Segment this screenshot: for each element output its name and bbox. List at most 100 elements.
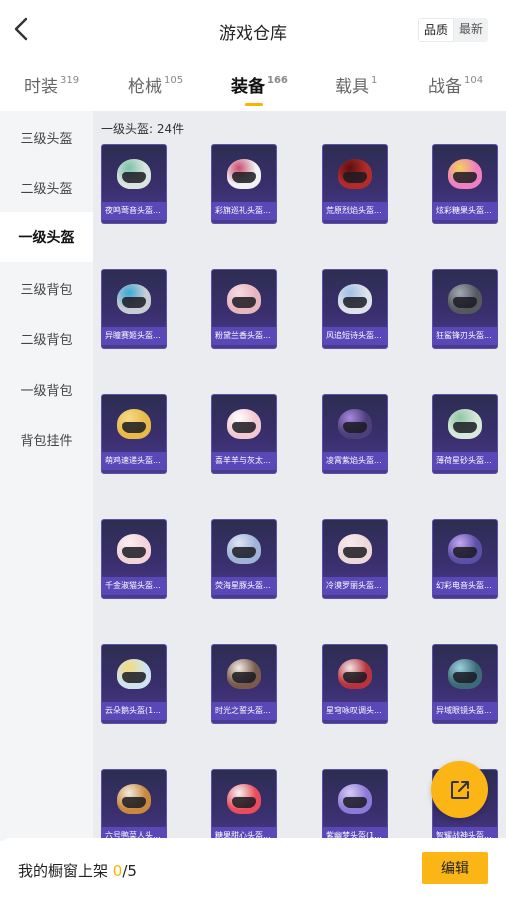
helmet-icon [433, 270, 497, 328]
item-name: 糖果甜心头盔... [212, 827, 276, 838]
share-button[interactable] [431, 761, 488, 818]
item-grid: 一级头盔: 24件 夜鸣莺音头盔... 彩旗巡礼头盔... 荒原烈焰头盔... 炫彩糖… [93, 111, 506, 838]
item-name: 星穹咏叹调头... [323, 702, 387, 720]
sidebar-item-level2-helmet[interactable]: 二级头盔 [0, 162, 93, 212]
bottom-bar: 我的橱窗上架 0/5 编辑 [0, 838, 506, 897]
item-name: 冷漠罗丽头盔... [323, 577, 387, 595]
helmet-icon [212, 270, 276, 328]
item-card[interactable]: 风追短诗头盔... [322, 269, 388, 349]
item-card[interactable]: 紫幽梦头盔(1... [322, 769, 388, 838]
item-name: 时光之誓头盔... [212, 702, 276, 720]
item-name: 夜鸣莺音头盔... [102, 202, 166, 220]
item-card[interactable]: 夜鸣莺音头盔... [101, 144, 167, 224]
item-card[interactable]: 荧海星豚头盔... [211, 519, 277, 599]
warehouse-screen: 游戏仓库 品质 最新 时装 319 枪械 105 装备 166 载具 1 战备 104 三… [0, 0, 506, 897]
item-card[interactable]: 星穹咏叹调头... [322, 644, 388, 724]
sort-option-newest[interactable]: 最新 [454, 18, 488, 42]
helmet-icon [212, 645, 276, 703]
item-name: 彩旗巡礼头盔... [212, 202, 276, 220]
sidebar-item-level1-backpack[interactable]: 一级背包 [0, 364, 93, 414]
helmet-icon [323, 520, 387, 578]
tab-fashion[interactable]: 时装 319 [24, 72, 79, 97]
helmet-icon [212, 520, 276, 578]
helmet-icon [433, 395, 497, 453]
tab-label: 枪械 [128, 77, 162, 97]
item-card[interactable]: 薄荷星砂头盔... [432, 394, 498, 474]
item-card[interactable]: 冷漠罗丽头盔... [322, 519, 388, 599]
item-card[interactable]: 异域眼镜头盔... [432, 644, 498, 724]
item-card[interactable]: 糖果甜心头盔... [211, 769, 277, 838]
helmet-icon [323, 395, 387, 453]
helmet-icon [323, 770, 387, 828]
helmet-icon [323, 145, 387, 203]
item-card[interactable]: 时光之誓头盔... [211, 644, 277, 724]
item-name: 荒原烈焰头盔... [323, 202, 387, 220]
helmet-icon [433, 645, 497, 703]
tab-label: 时装 [24, 77, 58, 97]
sidebar-item-backpack-charm[interactable]: 背包挂件 [0, 414, 93, 464]
showcase-current-count: 0 [112, 862, 123, 880]
showcase-total-count: /5 [122, 862, 137, 880]
item-name: 喜羊羊与灰太... [212, 452, 276, 470]
item-count-label: 一级头盔: 24件 [101, 122, 185, 136]
item-card[interactable]: 异瞳赛姬头盔... [101, 269, 167, 349]
header: 游戏仓库 品质 最新 [0, 0, 506, 60]
item-card[interactable]: 六号鸭菜人头... [101, 769, 167, 838]
showcase-status: 我的橱窗上架 0/5 [18, 860, 137, 881]
item-card[interactable]: 喜羊羊与灰太... [211, 394, 277, 474]
item-card[interactable]: 狂鲨锋刃头盔... [432, 269, 498, 349]
item-name: 狂鲨锋刃头盔... [433, 327, 497, 345]
tab-label: 载具 [335, 77, 369, 97]
item-name: 风追短诗头盔... [323, 327, 387, 345]
item-name: 粉黛兰香头盔... [212, 327, 276, 345]
item-name: 凌霄紫焰头盔... [323, 452, 387, 470]
item-card[interactable]: 幻彩电音头盔... [432, 519, 498, 599]
sidebar-item-level1-helmet[interactable]: 一级头盔 [0, 212, 93, 262]
helmet-icon [212, 770, 276, 828]
helmet-icon [433, 145, 497, 203]
tab-firearms[interactable]: 枪械 105 [128, 72, 183, 97]
tab-count: 105 [164, 75, 184, 87]
tab-count: 319 [60, 75, 80, 87]
helmet-icon [433, 520, 497, 578]
edit-button[interactable]: 编辑 [422, 852, 488, 884]
item-card[interactable]: 千金淑猫头盔... [101, 519, 167, 599]
item-name: 异域眼镜头盔... [433, 702, 497, 720]
helmet-icon [212, 395, 276, 453]
tab-label: 战备 [428, 77, 462, 97]
item-card[interactable]: 凌霄紫焰头盔... [322, 394, 388, 474]
item-name: 紫幽梦头盔(1... [323, 827, 387, 838]
category-tabs: 时装 319 枪械 105 装备 166 载具 1 战备 104 [0, 62, 506, 108]
helmet-icon [102, 520, 166, 578]
helmet-icon [102, 145, 166, 203]
sidebar: 三级头盔 二级头盔 一级头盔 三级背包 二级背包 一级背包 背包挂件 [0, 111, 93, 841]
sort-option-quality[interactable]: 品质 [417, 18, 454, 42]
item-name: 千金淑猫头盔... [102, 577, 166, 595]
tab-equipment[interactable]: 装备 166 [231, 72, 288, 106]
item-card[interactable]: 云朵鹅头盔(1... [101, 644, 167, 724]
tab-vehicles[interactable]: 载具 1 [335, 72, 377, 97]
helmet-icon [323, 270, 387, 328]
sort-toggle: 品质 最新 [417, 18, 488, 42]
item-card[interactable]: 彩旗巡礼头盔... [211, 144, 277, 224]
sidebar-item-level2-backpack[interactable]: 二级背包 [0, 313, 93, 363]
tab-label: 装备 [231, 77, 265, 97]
tab-count: 1 [371, 75, 378, 87]
sidebar-item-level3-helmet[interactable]: 三级头盔 [0, 112, 93, 162]
item-card[interactable]: 粉黛兰香头盔... [211, 269, 277, 349]
showcase-label: 我的橱窗上架 [18, 862, 113, 880]
helmet-icon [102, 270, 166, 328]
item-name: 异瞳赛姬头盔... [102, 327, 166, 345]
item-card[interactable]: 萌鸡速递头盔... [101, 394, 167, 474]
tab-active-indicator [245, 103, 263, 106]
item-card[interactable]: 荒原烈焰头盔... [322, 144, 388, 224]
item-name: 萌鸡速递头盔... [102, 452, 166, 470]
helmet-icon [323, 645, 387, 703]
tab-count: 104 [464, 75, 484, 87]
item-name: 智耀战神头盔... [433, 827, 497, 838]
tab-supplies[interactable]: 战备 104 [428, 72, 483, 97]
item-name: 云朵鹅头盔(1... [102, 702, 166, 720]
sidebar-item-level3-backpack[interactable]: 三级背包 [0, 263, 93, 313]
item-name: 幻彩电音头盔... [433, 577, 497, 595]
item-card[interactable]: 炫彩糖果头盔... [432, 144, 498, 224]
